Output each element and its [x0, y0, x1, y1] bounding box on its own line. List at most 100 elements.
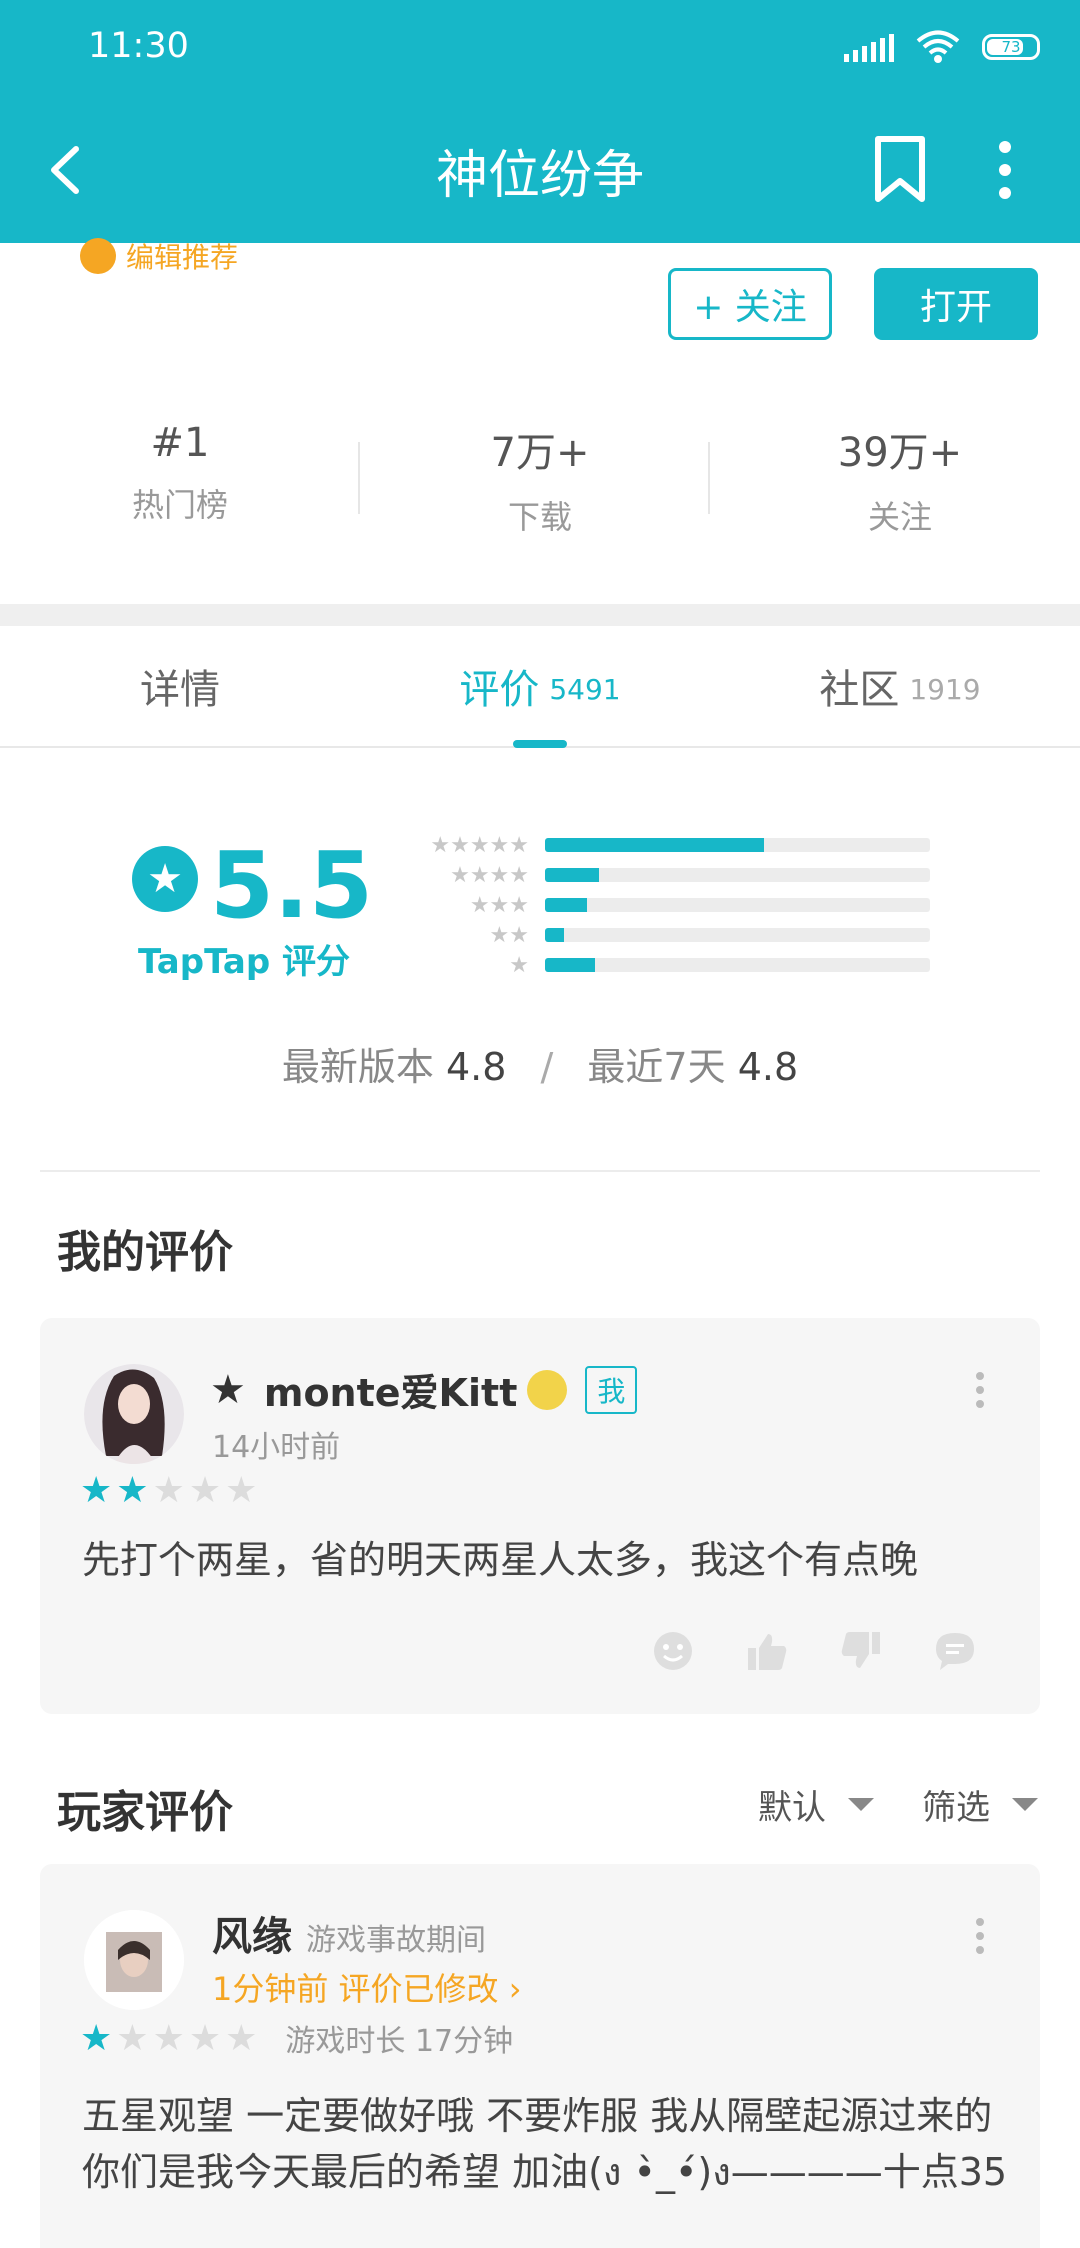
review-text: 先打个两星，省的明天两星人太多，我这个有点晚	[82, 1538, 919, 1582]
follow-button[interactable]: + 关注	[668, 268, 832, 340]
avatar[interactable]	[84, 1910, 184, 2010]
rating-row-5-star: ★★★★★	[420, 830, 960, 860]
star-icon: ★	[509, 952, 529, 978]
rating-row-1-star: ★	[420, 950, 960, 980]
tab-label: 社区	[819, 667, 900, 713]
bookmark-icon[interactable]	[870, 133, 930, 205]
rating-bar-fill	[545, 838, 765, 852]
comment-icon[interactable]	[934, 1630, 976, 1672]
rating-row-3-star: ★★★	[420, 890, 960, 920]
battery-icon: 73	[982, 34, 1040, 60]
stat-rank[interactable]: #1 热门榜	[0, 420, 360, 540]
player-reviews-title: 玩家评价	[57, 1787, 233, 1838]
tab-count: 1919	[909, 672, 981, 706]
rating-row-4-star: ★★★★	[420, 860, 960, 890]
star-icon: ★	[116, 1470, 153, 1511]
divider	[40, 1170, 1040, 1172]
avatar-image	[84, 1910, 184, 2010]
review-card: 风缘 游戏事故期间 1分钟前 评价已修改 › ★ ★ ★ ★ ★ 游戏时长 17分钟 五…	[40, 1864, 1040, 2248]
more-options-icon[interactable]	[970, 1916, 990, 1956]
review-text: 五星观望 一定要做好哦 不要炸服 我从隔壁起源过来的 你们是我今天最后的希望 加…	[82, 2094, 1008, 2194]
chevron-down-icon	[848, 1798, 874, 1811]
status-icons: 73	[844, 30, 1040, 64]
rating-row-2-star: ★★	[420, 920, 960, 950]
star-icon: ★★★★	[450, 862, 529, 888]
review-stars: ★ ★ ★ ★ ★ 游戏时长 17分钟	[80, 2016, 513, 2060]
review-actions	[652, 1630, 976, 1672]
recent-label: 最近7天	[587, 1045, 726, 1089]
signal-icon	[844, 32, 894, 62]
review-time: 14小时前	[212, 1430, 341, 1465]
tab-reviews[interactable]: 评价 5491	[360, 626, 720, 748]
tab-bar: 详情 评价 5491 社区 1919	[0, 626, 1080, 748]
reviewer-name[interactable]: 风缘	[212, 1904, 292, 1962]
more-options-icon[interactable]	[990, 135, 1020, 205]
star-icon: ★	[225, 1470, 262, 1511]
star-icon: ★★★	[469, 892, 529, 918]
latest-version-label: 最新版本	[281, 1045, 434, 1089]
rating-bar-fill	[545, 868, 599, 882]
my-review-card: ★ monte爱Kitt 我 14小时前 ★★★★★ 先打个两星，省的明天两星人…	[40, 1318, 1040, 1714]
editor-pick-icon	[80, 238, 116, 274]
section-gap	[0, 604, 1080, 626]
my-review-title: 我的评价	[57, 1227, 233, 1278]
status-time: 11:30	[88, 26, 189, 66]
stat-label: 热门榜	[131, 486, 228, 524]
thumbs-up-icon[interactable]	[746, 1630, 788, 1672]
rating-distribution: ★★★★★ ★★★★ ★★★ ★★ ★	[420, 830, 960, 980]
sort-label: 默认	[758, 1788, 826, 1828]
star-icon: ★★★★★	[430, 832, 529, 858]
sort-dropdown[interactable]: 默认	[758, 1780, 874, 1829]
rating-brand-label: TapTap 评分	[138, 942, 351, 982]
filter-label: 筛选	[922, 1788, 990, 1828]
reviewer-name[interactable]: monte爱Kitt	[264, 1362, 518, 1417]
stat-value: 7万+	[490, 430, 590, 476]
star-icon: ★	[152, 1470, 189, 1511]
tab-label: 评价	[459, 667, 540, 713]
rating-score: 5.5	[210, 832, 373, 939]
more-options-icon[interactable]	[970, 1370, 990, 1410]
star-icon: ★	[80, 1470, 117, 1511]
tab-active-indicator	[513, 740, 567, 748]
divider	[358, 442, 360, 514]
tab-count: 5491	[549, 672, 621, 706]
stat-value: 39万+	[837, 430, 963, 476]
user-prefix: ★	[210, 1366, 246, 1413]
divider	[708, 442, 710, 514]
open-button[interactable]: 打开	[874, 268, 1038, 340]
tab-details[interactable]: 详情	[0, 626, 360, 746]
editor-pick-label: 编辑推荐	[126, 241, 239, 274]
rating-bar-fill	[545, 928, 565, 942]
rating-bar-track	[545, 928, 930, 942]
star-icon: ★	[80, 2017, 117, 2059]
stat-label: 关注	[867, 498, 932, 536]
star-icon: ★	[116, 2017, 153, 2059]
user-badge-icon	[527, 1369, 568, 1410]
star-icon: ★	[188, 1470, 226, 1511]
stats-row: #1 热门榜 7万+ 下载 39万+ 关注	[0, 420, 1080, 540]
stat-followers: 39万+ 关注	[720, 420, 1080, 540]
star-icon: ★	[188, 2017, 226, 2059]
rating-bar-track	[545, 868, 930, 882]
status-bar: 11:30 73	[0, 0, 1080, 95]
version-rating-row: 最新版本 4.8 / 最近7天 4.8	[0, 1036, 1080, 1091]
rating-bar-track	[545, 838, 930, 852]
wifi-icon	[916, 30, 960, 63]
reviewer-line: ★ monte爱Kitt 我	[210, 1362, 638, 1417]
review-modified-link[interactable]: 1分钟前 评价已修改 ›	[212, 1964, 522, 2010]
stat-label: 下载	[507, 498, 572, 536]
reviewer-line: 风缘 游戏事故期间	[212, 1904, 486, 1962]
rating-bar-track	[545, 958, 930, 972]
rating-bar-fill	[545, 958, 596, 972]
avatar[interactable]	[84, 1364, 184, 1464]
emoji-icon[interactable]	[652, 1630, 694, 1672]
battery-level: 73	[1001, 38, 1021, 56]
rating-bar-track	[545, 898, 930, 912]
star-icon: ★	[152, 2017, 189, 2059]
editor-pick-badge: 编辑推荐	[80, 236, 238, 276]
filter-dropdown[interactable]: 筛选	[922, 1780, 1038, 1829]
thumbs-down-icon[interactable]	[840, 1630, 882, 1672]
star-icon: ★	[225, 2017, 262, 2059]
tab-community[interactable]: 社区 1919	[720, 626, 1080, 746]
stat-downloads: 7万+ 下载	[360, 420, 720, 540]
